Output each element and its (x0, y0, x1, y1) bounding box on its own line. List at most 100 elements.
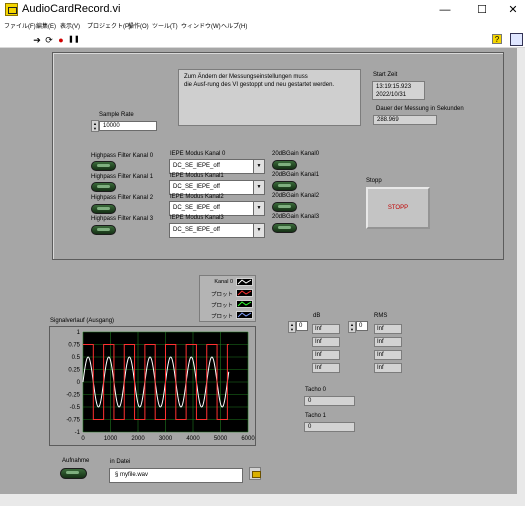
legend-row[interactable]: Kanal 0 (200, 277, 257, 288)
abort-icon[interactable]: ● (56, 35, 66, 45)
start-time-date: 2022/10/31 (376, 92, 407, 98)
y-tick-label: 0.25 (68, 368, 80, 374)
rms-element: Inf (374, 324, 402, 334)
gain-toggle-3[interactable] (272, 223, 297, 233)
y-tick-label: 0.75 (68, 343, 80, 349)
highpass-toggle-2[interactable] (91, 204, 116, 214)
gain-toggle-0[interactable] (272, 160, 297, 170)
tacho0-label: Tacho 0 (305, 387, 327, 393)
iepe-ring-0[interactable]: DC_SE_IEPE_off ▼ (169, 159, 265, 174)
db-element: Inf (312, 337, 340, 347)
highpass-toggle-0[interactable] (91, 161, 116, 171)
stop-button[interactable]: STOPP (366, 187, 430, 229)
y-tick-label: 0.5 (72, 355, 81, 361)
record-toggle[interactable] (60, 468, 87, 479)
ring-dropdown-icon[interactable]: ▼ (253, 202, 264, 215)
pause-icon[interactable]: ❚❚ (68, 35, 80, 45)
rms-label: RMS (374, 313, 388, 319)
iepe-label-0: IEPE Modus Kanal 0 (170, 151, 226, 157)
start-time-indicator: 13:19:15.923 2022/10/31 (372, 81, 425, 100)
waveform-graph-svg[interactable]: 0 1000 2000 3000 4000 5000 6000 1 0.75 0.5 0.25 0 -0… (50, 327, 257, 447)
run-arrow-icon[interactable]: ➔ (32, 35, 42, 45)
highpass-label-0: Highpass Filter Kanal 0 (91, 153, 154, 159)
maximize-button[interactable]: ☐ (471, 2, 493, 18)
iepe-label-2: IEPE Modus Kanal2 (170, 194, 224, 200)
y-tick-label: 1 (77, 330, 81, 336)
duration-indicator: 288.969 (373, 115, 437, 125)
gain-label-2: 20dBGain Kanal2 (272, 193, 320, 199)
waveform-graph: 0 1000 2000 3000 4000 5000 6000 1 0.75 0.5 0.25 0 -0… (49, 326, 256, 446)
legend-swatch (236, 289, 253, 297)
gain-toggle-1[interactable] (272, 181, 297, 191)
minimize-button[interactable]: — (434, 2, 456, 18)
menu-tools[interactable]: ツール(T) (152, 21, 178, 30)
rms-index-increment[interactable]: ▲ ▼ (348, 321, 356, 333)
ring-dropdown-icon[interactable]: ▼ (253, 160, 264, 173)
x-tick-label: 0 (81, 436, 85, 442)
labview-vi-icon (5, 3, 18, 16)
iepe-label-3: IEPE Modus Kanal3 (170, 215, 224, 221)
stop-label: Stopp (366, 178, 382, 184)
iepe-value-1: DC_SE_IEPE_off (173, 184, 220, 190)
menu-view[interactable]: 表示(V) (60, 21, 80, 30)
title-bar: AudioCardRecord.vi — ☐ ✕ (0, 0, 525, 20)
menu-help[interactable]: ヘルプ(H) (221, 21, 247, 30)
menu-project[interactable]: プロジェクト(P) (87, 21, 131, 30)
graph-title: Signalverlauf (Ausgang) (50, 318, 115, 324)
legend-name: プロット (210, 292, 233, 298)
y-tick-label: -1 (75, 430, 81, 436)
ring-dropdown-icon[interactable]: ▼ (253, 181, 264, 194)
legend-row[interactable]: プロット (200, 299, 257, 310)
context-help-icon[interactable]: ? (492, 34, 502, 44)
highpass-label-1: Highpass Filter Kanal 1 (91, 174, 154, 180)
db-index-input[interactable]: 0 (296, 321, 308, 331)
iepe-ring-3[interactable]: DC_SE_IEPE_off ▼ (169, 223, 265, 238)
y-tick-label: -0.5 (70, 405, 81, 411)
legend-name: プロット (210, 314, 233, 320)
start-time-time: 13:19:15.923 (376, 84, 412, 90)
sample-rate-increment[interactable]: ▲ ▼ (91, 120, 99, 132)
rms-element: Inf (374, 363, 402, 373)
file-label: in Datei (110, 459, 131, 465)
browse-folder-icon[interactable] (249, 467, 261, 480)
gain-label-3: 20dBGain Kanal3 (272, 214, 320, 220)
close-button[interactable]: ✕ (502, 2, 524, 18)
db-element: Inf (312, 324, 340, 334)
highpass-label-2: Highpass Filter Kanal 2 (91, 195, 154, 201)
vertical-scrollbar[interactable] (517, 48, 525, 494)
window-title: AudioCardRecord.vi (22, 3, 121, 15)
menu-operate[interactable]: 操作(O) (128, 21, 149, 30)
y-tick-label: -0.75 (66, 418, 80, 424)
legend-row[interactable]: プロット (200, 288, 257, 299)
menu-file[interactable]: ファイル(F) (4, 21, 36, 30)
path-prefix: § (115, 472, 119, 478)
iepe-ring-1[interactable]: DC_SE_IEPE_off ▼ (169, 180, 265, 195)
info-message: Zum Ändern der Messungseinstellungen mus… (178, 69, 361, 126)
db-label: dB (313, 313, 321, 319)
iepe-value-2: DC_SE_IEPE_off (173, 205, 220, 211)
db-index-increment[interactable]: ▲ ▼ (288, 321, 296, 333)
highpass-toggle-3[interactable] (91, 225, 116, 235)
iepe-ring-2[interactable]: DC_SE_IEPE_off ▼ (169, 201, 265, 216)
menu-edit[interactable]: 編集(E) (36, 21, 56, 30)
highpass-toggle-1[interactable] (91, 182, 116, 192)
file-path-value: myfile.wav (120, 472, 149, 478)
db-element: Inf (312, 350, 340, 360)
ring-dropdown-icon[interactable]: ▼ (253, 224, 264, 237)
menu-window[interactable]: ウィンドウ(W) (181, 21, 221, 30)
legend-swatch (236, 311, 253, 319)
gain-toggle-2[interactable] (272, 202, 297, 212)
rms-index-input[interactable]: 0 (356, 321, 368, 331)
run-continuously-icon[interactable]: ⟳ (44, 35, 54, 45)
start-time-label: Start Zeit (373, 72, 398, 78)
vi-connector-icon (510, 33, 523, 46)
legend-row[interactable]: プロット (200, 310, 257, 321)
horizontal-scrollbar[interactable] (0, 494, 525, 506)
legend-swatch (236, 300, 253, 308)
sample-rate-input[interactable]: 10000 (99, 121, 157, 131)
duration-label: Dauer der Messung in Sekunden (376, 106, 464, 112)
highpass-label-3: Highpass Filter Kanal 3 (91, 216, 154, 222)
legend-name: Kanal 0 (214, 279, 233, 285)
gain-label-0: 20dBGain Kanal0 (272, 151, 320, 157)
file-path-input[interactable]: § myfile.wav (109, 468, 243, 483)
